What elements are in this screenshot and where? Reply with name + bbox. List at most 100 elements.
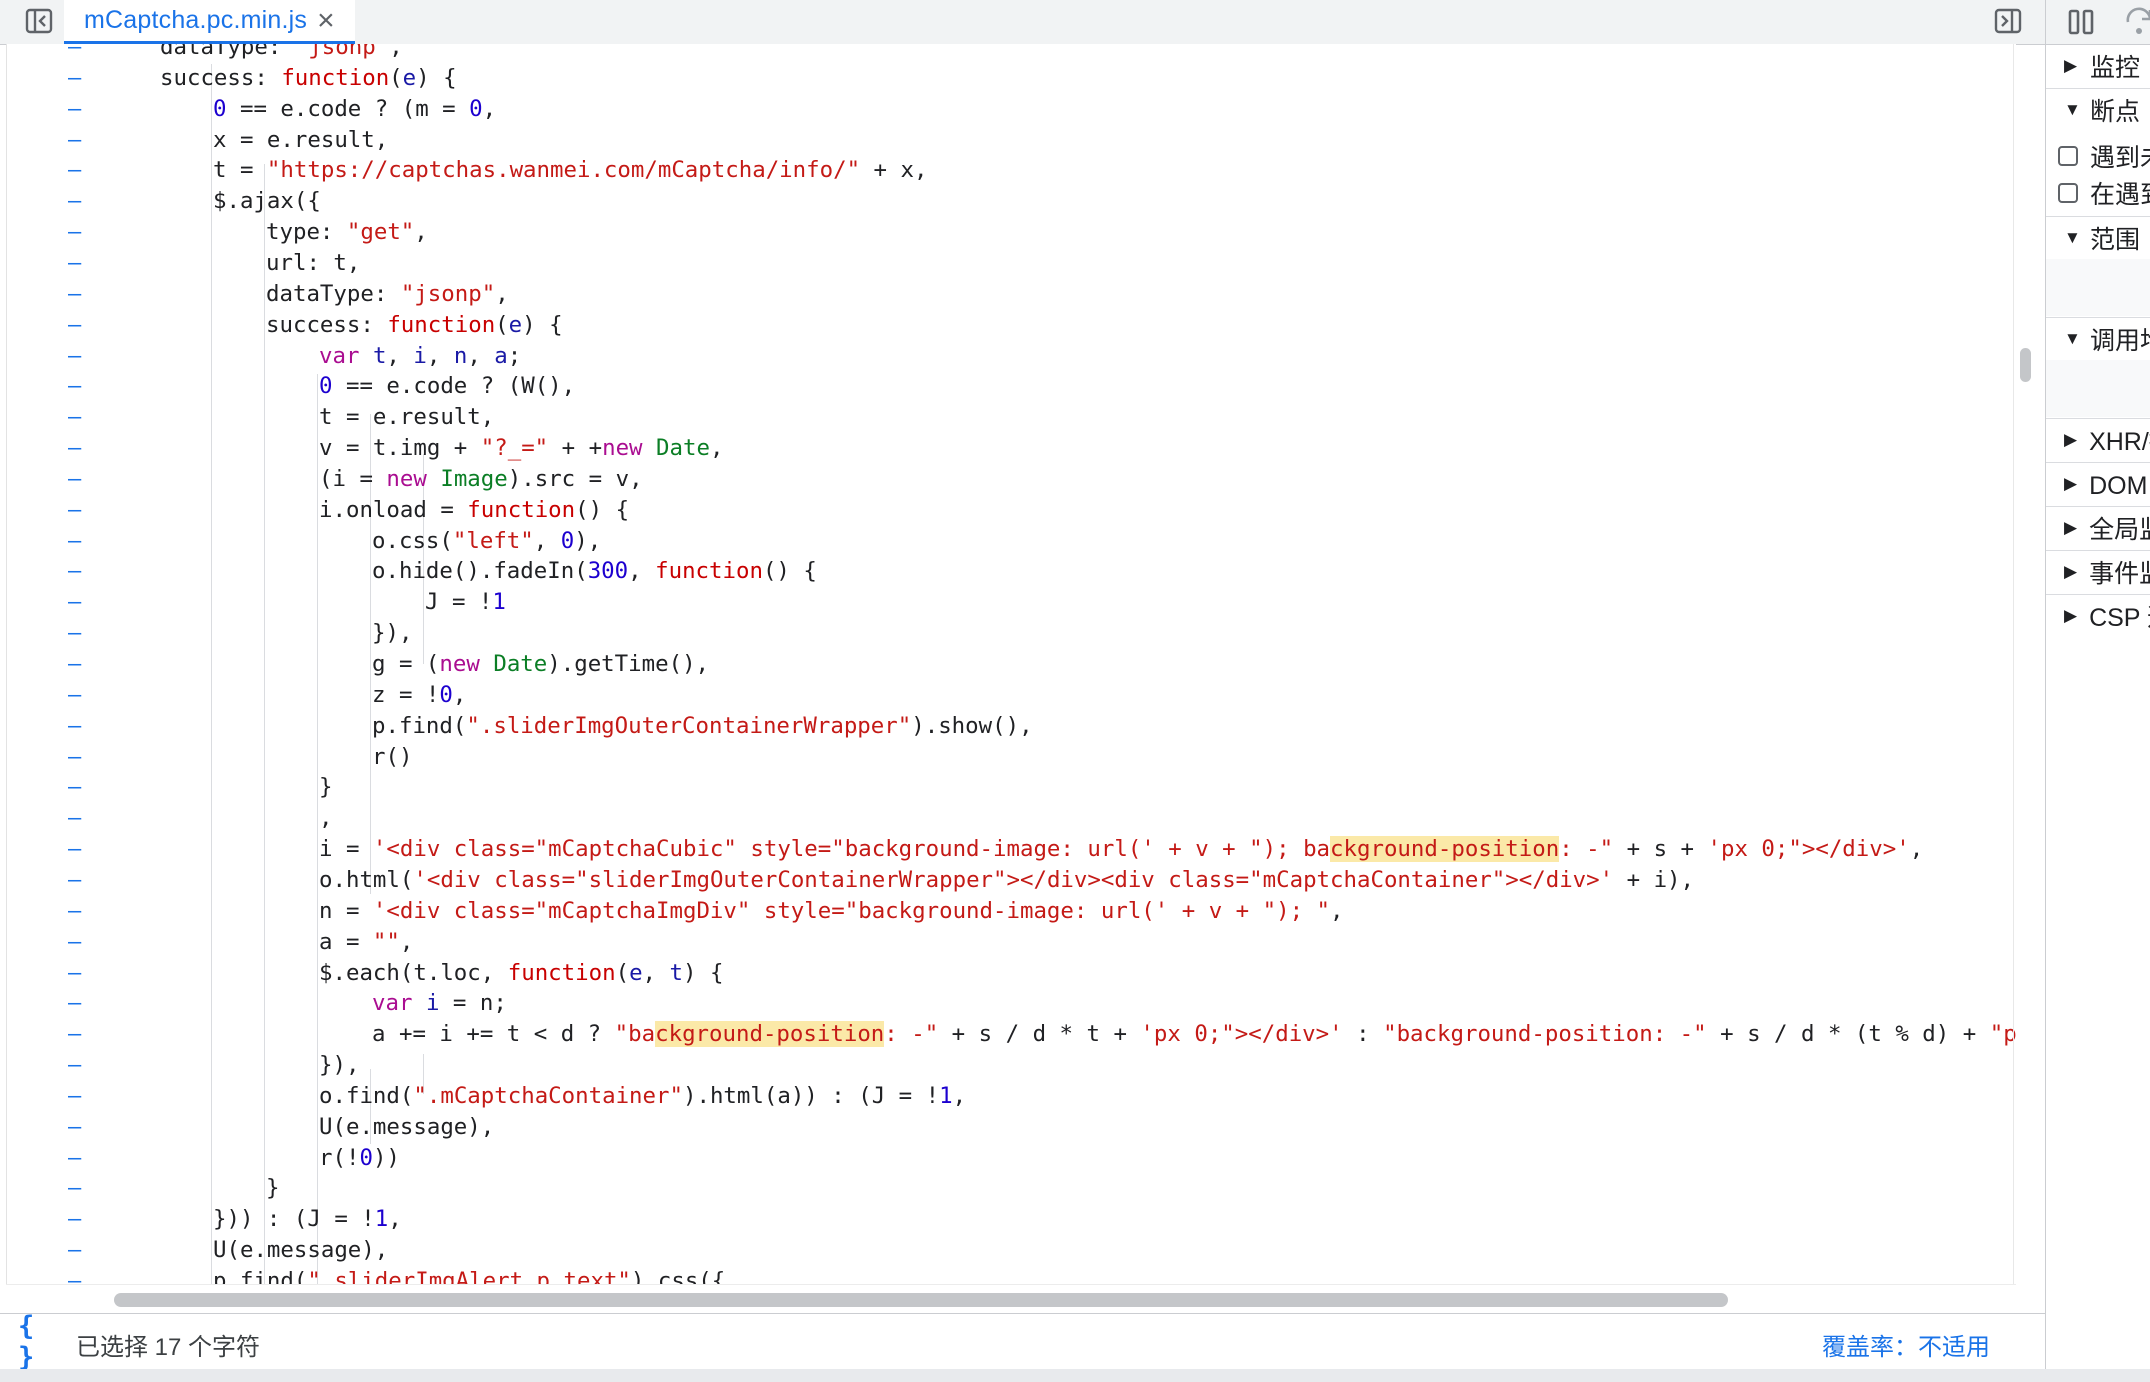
section-call-stack[interactable]: ▼ 调用堆栈 bbox=[2046, 317, 2150, 360]
gutter-mark[interactable]: – bbox=[68, 1266, 81, 1284]
code-line[interactable]: – z = !0, bbox=[6, 680, 2016, 711]
gutter-mark[interactable]: – bbox=[68, 1050, 81, 1081]
gutter-mark[interactable]: – bbox=[68, 371, 81, 402]
code-line[interactable]: – o.html('<div class="sliderImgOuterConta… bbox=[6, 865, 2016, 896]
code-line[interactable]: – p.find(".sliderImgAlert p.text").css({ bbox=[6, 1266, 2016, 1284]
gutter-mark[interactable]: – bbox=[68, 772, 81, 803]
gutter-mark[interactable]: – bbox=[68, 310, 81, 341]
gutter-mark[interactable]: – bbox=[68, 464, 81, 495]
code-line[interactable]: – $.each(t.loc, function(e, t) { bbox=[6, 958, 2016, 989]
section-scope[interactable]: ▼ 范围 bbox=[2046, 216, 2150, 259]
gutter-mark[interactable]: – bbox=[68, 1173, 81, 1204]
code-line[interactable]: –})) : (J = !1, bbox=[6, 1204, 2016, 1235]
section-global-listeners[interactable]: ▶ 全局监听器 bbox=[2046, 506, 2150, 549]
checkbox-icon[interactable] bbox=[2058, 183, 2078, 203]
step-over-icon[interactable] bbox=[2122, 4, 2150, 38]
code-line[interactable]: – var t, i, n, a; bbox=[6, 341, 2016, 372]
pretty-print-button[interactable]: { } bbox=[18, 1311, 58, 1373]
code-line[interactable]: – success: function(e) { bbox=[6, 310, 2016, 341]
code-line[interactable]: – i.onload = function() { bbox=[6, 495, 2016, 526]
gutter-mark[interactable]: – bbox=[68, 63, 81, 94]
code-line[interactable]: – v = t.img + "?_=" + +new Date, bbox=[6, 433, 2016, 464]
gutter-mark[interactable]: – bbox=[68, 927, 81, 958]
gutter-mark[interactable]: – bbox=[68, 1235, 81, 1266]
gutter-mark[interactable]: – bbox=[68, 1204, 81, 1235]
code-line[interactable]: –} bbox=[6, 1173, 2016, 1204]
code-line[interactable]: – r(!0)) bbox=[6, 1143, 2016, 1174]
code-line[interactable]: – dataType: "jsonp", bbox=[6, 279, 2016, 310]
code-line[interactable]: – o.find(".mCaptchaContainer").html(a)) :… bbox=[6, 1081, 2016, 1112]
vertical-scrollbar-thumb[interactable] bbox=[2020, 348, 2031, 382]
code-line[interactable]: – p.find(".sliderImgOuterContainerWrapper… bbox=[6, 711, 2016, 742]
code-line[interactable]: – a = "", bbox=[6, 927, 2016, 958]
pause-caught-checkbox[interactable]: 在遇到异常时暂停 bbox=[2058, 175, 2150, 211]
code-line[interactable]: – J = !1 bbox=[6, 587, 2016, 618]
section-event-listener-breakpoints[interactable]: ▶ 事件监听器断点 bbox=[2046, 550, 2150, 593]
gutter-mark[interactable]: – bbox=[68, 248, 81, 279]
gutter-mark[interactable]: – bbox=[68, 1081, 81, 1112]
gutter-mark[interactable]: – bbox=[68, 279, 81, 310]
code-line[interactable]: – t = e.result, bbox=[6, 402, 2016, 433]
gutter-mark[interactable]: – bbox=[68, 834, 81, 865]
code-line[interactable]: – var i = n; bbox=[6, 988, 2016, 1019]
gutter-mark[interactable]: – bbox=[68, 803, 81, 834]
gutter-mark[interactable]: – bbox=[68, 958, 81, 989]
code-line[interactable]: – U(e.message), bbox=[6, 1235, 2016, 1266]
gutter-mark[interactable]: – bbox=[68, 125, 81, 156]
gutter-mark[interactable]: – bbox=[68, 1112, 81, 1143]
horizontal-scrollbar-thumb[interactable] bbox=[114, 1293, 1728, 1307]
code-line[interactable]: –}), bbox=[6, 1050, 2016, 1081]
gutter-mark[interactable]: – bbox=[68, 865, 81, 896]
code-line[interactable]: – 0 == e.code ? (W(), bbox=[6, 371, 2016, 402]
code-line[interactable]: – r() bbox=[6, 742, 2016, 773]
code-line[interactable]: – o.hide().fadeIn(300, function() { bbox=[6, 556, 2016, 587]
gutter-mark[interactable]: – bbox=[68, 217, 81, 248]
gutter-mark[interactable]: – bbox=[68, 896, 81, 927]
code-line[interactable]: – $.ajax({ bbox=[6, 186, 2016, 217]
gutter-mark[interactable]: – bbox=[68, 988, 81, 1019]
file-tab[interactable]: mCaptcha.pc.min.js × bbox=[64, 0, 355, 44]
code-line[interactable]: – o.css("left", 0), bbox=[6, 526, 2016, 557]
close-icon[interactable]: × bbox=[317, 5, 335, 36]
coverage-info[interactable]: 覆盖率：不适用 bbox=[1822, 1327, 1990, 1362]
code-line[interactable]: – g = (new Date).getTime(), bbox=[6, 649, 2016, 680]
gutter-mark[interactable]: – bbox=[68, 1143, 81, 1174]
gutter-mark[interactable]: – bbox=[68, 649, 81, 680]
code-line[interactable]: – a += i += t < d ? "background-position:… bbox=[6, 1019, 2016, 1050]
section-xhr-breakpoints[interactable]: ▶ XHR/提取断点 bbox=[2046, 418, 2150, 461]
gutter-mark[interactable]: – bbox=[68, 587, 81, 618]
gutter-mark[interactable]: – bbox=[68, 680, 81, 711]
gutter-mark[interactable]: – bbox=[68, 94, 81, 125]
section-dom-breakpoints[interactable]: ▶ DOM 断点 bbox=[2046, 462, 2150, 505]
gutter-mark[interactable]: – bbox=[68, 556, 81, 587]
checkbox-icon[interactable] bbox=[2058, 146, 2078, 166]
gutter-mark[interactable]: – bbox=[68, 44, 81, 63]
code-line[interactable]: – n = '<div class="mCaptchaImgDiv" style=… bbox=[6, 896, 2016, 927]
gutter-mark[interactable]: – bbox=[68, 433, 81, 464]
horizontal-scrollbar[interactable] bbox=[6, 1284, 2016, 1313]
gutter-mark[interactable]: – bbox=[68, 711, 81, 742]
code-line[interactable]: – (i = new Image).src = v, bbox=[6, 464, 2016, 495]
code-editor[interactable]: – dataType: "jsonp", – success: function(e)… bbox=[6, 44, 2016, 1284]
code-line[interactable]: – x = e.result, bbox=[6, 125, 2016, 156]
code-line[interactable]: – success: function(e) { bbox=[6, 63, 2016, 94]
code-line[interactable]: –} bbox=[6, 772, 2016, 803]
code-line[interactable]: – i = '<div class="mCaptchaCubic" style="… bbox=[6, 834, 2016, 865]
code-line[interactable]: – U(e.message), bbox=[6, 1112, 2016, 1143]
gutter-mark[interactable]: – bbox=[68, 618, 81, 649]
code-line[interactable]: – t = "https://captchas.wanmei.com/mCaptc… bbox=[6, 155, 2016, 186]
gutter-mark[interactable]: – bbox=[68, 1019, 81, 1050]
gutter-mark[interactable]: – bbox=[68, 495, 81, 526]
code-line[interactable]: –, bbox=[6, 803, 2016, 834]
section-csp-breakpoints[interactable]: ▶ CSP 违规断点 bbox=[2046, 594, 2150, 637]
gutter-mark[interactable]: – bbox=[68, 526, 81, 557]
gutter-mark[interactable]: – bbox=[68, 155, 81, 186]
code-line[interactable]: –}), bbox=[6, 618, 2016, 649]
toggle-navigator-button[interactable] bbox=[24, 6, 54, 36]
pause-uncaught-checkbox[interactable]: 遇到未捕获的异常时暂停 bbox=[2058, 138, 2150, 174]
section-breakpoints[interactable]: ▼ 断点 bbox=[2046, 88, 2150, 131]
gutter-mark[interactable]: – bbox=[68, 402, 81, 433]
gutter-mark[interactable]: – bbox=[68, 186, 81, 217]
pause-icon[interactable] bbox=[2066, 7, 2096, 37]
code-line[interactable]: – dataType: "jsonp", bbox=[6, 44, 2016, 63]
